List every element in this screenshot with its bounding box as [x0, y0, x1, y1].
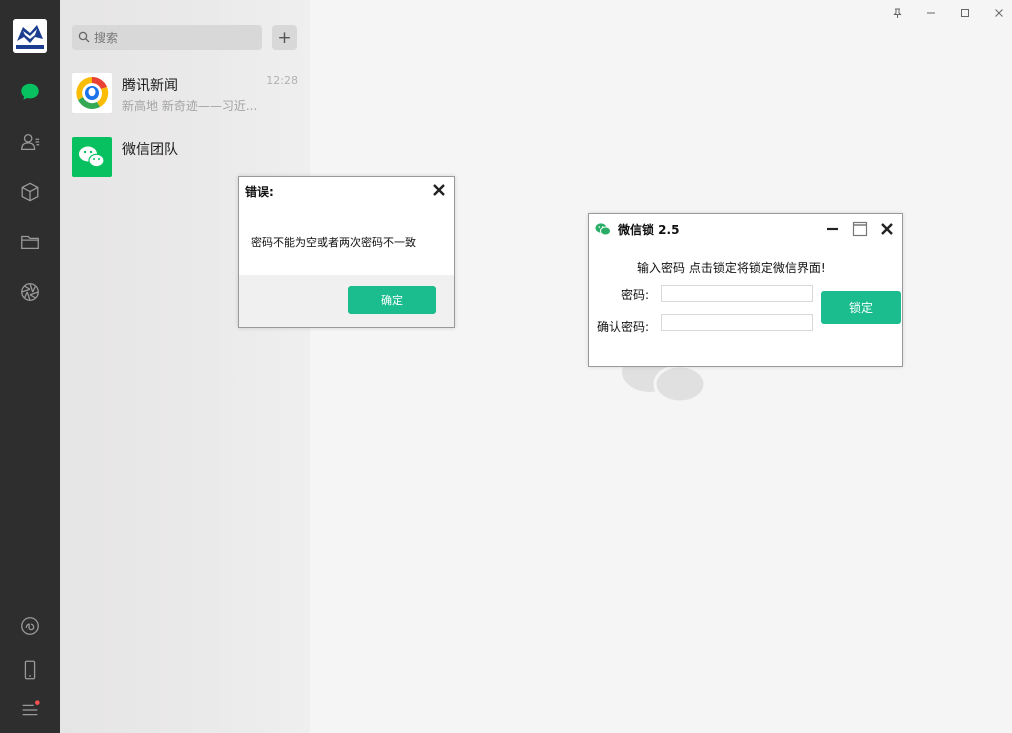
search-input[interactable]	[94, 30, 244, 45]
tencent-news-logo-icon	[72, 73, 112, 113]
password-label: 密码:	[621, 288, 650, 302]
cube-icon[interactable]	[18, 180, 42, 204]
error-dialog-title: 错误:	[245, 185, 274, 199]
confirm-password-label: 确认密码:	[597, 320, 650, 334]
menu-icon[interactable]	[18, 698, 42, 722]
chat-preview: 新高地 新奇迹——习近...	[122, 99, 258, 113]
moments-icon[interactable]	[18, 280, 42, 304]
error-dialog-close-icon[interactable]	[431, 182, 447, 198]
chat-icon[interactable]	[18, 80, 42, 104]
nav-rail	[0, 0, 60, 733]
add-button[interactable]: +	[272, 25, 297, 50]
error-dialog-footer: 确定	[239, 275, 454, 327]
wechat-logo-icon	[72, 137, 112, 177]
search-icon	[78, 28, 90, 47]
chat-name: 腾讯新闻	[122, 78, 178, 94]
close-icon[interactable]	[992, 6, 1006, 20]
confirm-password-field[interactable]	[661, 314, 813, 331]
wechat-lock-dialog: 微信锁 2.5 输入密码 点击锁定将锁定微信界面! 密码: 确认密码: 锁定	[588, 213, 903, 367]
error-dialog: 错误: 密码不能为空或者两次密码不一致 确定	[238, 176, 455, 328]
password-field[interactable]	[661, 285, 813, 302]
folder-icon[interactable]	[18, 230, 42, 254]
maximize-icon[interactable]	[958, 6, 972, 20]
chat-item-tencent-news[interactable]: 腾讯新闻 新高地 新奇迹——习近... 12:28	[60, 64, 310, 128]
chat-name: 微信团队	[122, 142, 178, 158]
error-message: 密码不能为空或者两次密码不一致	[251, 236, 416, 249]
close-icon[interactable]	[879, 221, 895, 237]
minimize-icon[interactable]	[924, 6, 938, 20]
minimize-icon[interactable]	[825, 221, 841, 237]
maximize-icon[interactable]	[852, 221, 868, 237]
contacts-icon[interactable]	[18, 130, 42, 154]
phone-icon[interactable]	[18, 658, 42, 682]
lock-instructions: 输入密码 点击锁定将锁定微信界面!	[637, 261, 826, 275]
conversation-list: + 腾讯新闻 新高地 新奇迹——习近... 12:28	[60, 0, 310, 733]
lock-dialog-title: 微信锁 2.5	[618, 223, 680, 237]
lock-button[interactable]: 锁定	[821, 291, 901, 324]
avatar[interactable]	[13, 19, 47, 53]
wechat-lock-app-icon	[595, 221, 611, 236]
ok-button[interactable]: 确定	[348, 286, 436, 314]
search-box[interactable]	[72, 25, 262, 50]
pin-icon[interactable]	[890, 6, 904, 20]
chat-time: 12:28	[266, 74, 298, 87]
miniprogram-icon[interactable]	[18, 614, 42, 638]
notification-badge	[35, 700, 40, 705]
